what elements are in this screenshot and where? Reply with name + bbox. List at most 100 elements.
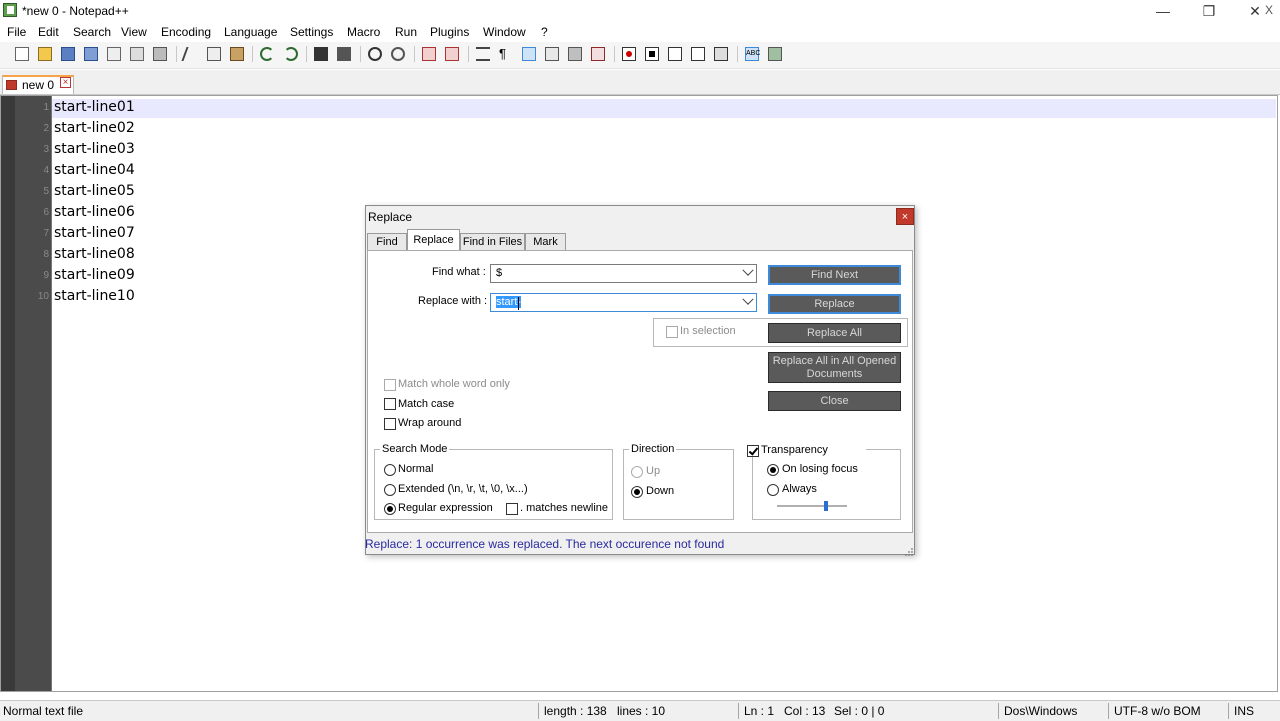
direction-down-label: Down — [646, 485, 675, 497]
line-number: 8 — [43, 249, 49, 260]
tab-find[interactable]: Find — [367, 233, 407, 251]
resize-grip-icon[interactable] — [905, 545, 913, 556]
all-chars-icon[interactable]: ¶ — [499, 47, 513, 61]
code-line[interactable]: start-line02 — [54, 120, 135, 136]
dialog-close-icon[interactable]: × — [896, 208, 914, 225]
sync-v-icon[interactable] — [422, 47, 436, 61]
sync-h-icon[interactable] — [445, 47, 459, 61]
on-losing-focus-radio[interactable] — [767, 464, 779, 476]
search-mode-normal-radio[interactable] — [384, 464, 396, 476]
menu-run[interactable]: Run — [395, 25, 417, 39]
match-case-checkbox[interactable] — [384, 398, 396, 410]
code-line[interactable]: start-line01 — [54, 99, 135, 115]
status-bar: Normal text file length : 138 lines : 10… — [0, 700, 1280, 721]
copy-icon[interactable] — [207, 47, 221, 61]
transparency-slider-thumb[interactable] — [824, 501, 828, 511]
minimize-button[interactable]: — — [1140, 0, 1186, 22]
close-tab-icon[interactable]: × — [60, 77, 71, 88]
open-file-icon[interactable] — [38, 47, 52, 61]
save-all-icon[interactable] — [84, 47, 98, 61]
find-what-label: Find what : — [432, 266, 486, 278]
direction-up-radio[interactable] — [631, 466, 643, 478]
zoom-out-icon[interactable] — [391, 47, 405, 61]
function-list-icon[interactable] — [591, 47, 605, 61]
close-button[interactable]: Close — [768, 391, 901, 411]
search-mode-regex-label: Regular expression — [398, 502, 493, 514]
chevron-down-icon[interactable] — [742, 264, 754, 276]
code-line[interactable]: start-line10 — [54, 288, 135, 304]
wrap-around-checkbox[interactable] — [384, 418, 396, 430]
transparency-slider[interactable] — [777, 505, 847, 507]
line-number: 6 — [43, 207, 49, 218]
close-document-button[interactable]: X — [1265, 3, 1273, 17]
find-icon[interactable] — [314, 47, 328, 61]
replace-all-button[interactable]: Replace All — [768, 323, 901, 343]
menu-help[interactable]: ? — [541, 25, 548, 39]
plugin-icon[interactable] — [768, 47, 782, 61]
print-icon[interactable] — [153, 47, 167, 61]
macro-stop-icon[interactable] — [645, 47, 659, 61]
find-next-button[interactable]: Find Next — [768, 265, 901, 285]
code-line[interactable]: start-line04 — [54, 162, 135, 178]
toolbar-separator — [737, 46, 738, 62]
undo-icon[interactable] — [260, 47, 274, 61]
unsaved-file-icon — [6, 80, 17, 90]
transparency-label: Transparency — [761, 444, 828, 456]
restore-button[interactable]: ❐ — [1186, 0, 1232, 22]
match-whole-word-checkbox[interactable] — [384, 379, 396, 391]
close-icon[interactable] — [107, 47, 121, 61]
menu-view[interactable]: View — [121, 25, 147, 39]
cut-icon[interactable] — [181, 47, 201, 61]
status-sel: Sel : 0 | 0 — [834, 704, 885, 718]
find-what-combobox[interactable]: $ — [490, 264, 757, 283]
menu-edit[interactable]: Edit — [38, 25, 59, 39]
menu-search[interactable]: Search — [73, 25, 111, 39]
menu-plugins[interactable]: Plugins — [430, 25, 469, 39]
in-selection-label: In selection — [680, 325, 736, 337]
doc-map-icon[interactable] — [568, 47, 582, 61]
macro-run-multiple-icon[interactable] — [691, 47, 705, 61]
tab-find-in-files[interactable]: Find in Files — [460, 233, 525, 251]
replace-icon[interactable] — [337, 47, 351, 61]
tab-replace[interactable]: Replace — [407, 229, 460, 251]
direction-down-radio[interactable] — [631, 486, 643, 498]
menu-macro[interactable]: Macro — [347, 25, 380, 39]
menu-window[interactable]: Window — [483, 25, 526, 39]
word-wrap-icon[interactable] — [476, 47, 490, 61]
chevron-down-icon[interactable] — [742, 293, 754, 305]
close-all-icon[interactable] — [130, 47, 144, 61]
udl-icon[interactable] — [545, 47, 559, 61]
macro-record-icon[interactable] — [622, 47, 636, 61]
tab-mark[interactable]: Mark — [525, 233, 566, 251]
search-mode-extended-radio[interactable] — [384, 484, 396, 496]
notepadpp-app-icon — [3, 3, 17, 17]
code-line[interactable]: start-line06 — [54, 204, 135, 220]
code-line[interactable]: start-line09 — [54, 267, 135, 283]
macro-save-icon[interactable] — [714, 47, 728, 61]
code-line[interactable]: start-line03 — [54, 141, 135, 157]
search-mode-regex-radio[interactable] — [384, 503, 396, 515]
spellcheck-icon[interactable]: ABC — [745, 47, 760, 61]
new-file-icon[interactable] — [15, 47, 29, 61]
code-line[interactable]: start-line07 — [54, 225, 135, 241]
paste-icon[interactable] — [230, 47, 244, 61]
save-icon[interactable] — [61, 47, 75, 61]
dot-matches-newline-checkbox[interactable] — [506, 503, 518, 515]
menu-file[interactable]: File — [7, 25, 26, 39]
code-line[interactable]: start-line05 — [54, 183, 135, 199]
menu-settings[interactable]: Settings — [290, 25, 333, 39]
menu-language[interactable]: Language — [224, 25, 277, 39]
indent-guide-icon[interactable] — [522, 47, 536, 61]
redo-icon[interactable] — [284, 47, 298, 61]
replace-button[interactable]: Replace — [768, 294, 901, 314]
macro-play-icon[interactable] — [668, 47, 682, 61]
code-line[interactable]: start-line08 — [54, 246, 135, 262]
replace-with-combobox[interactable]: start- — [490, 293, 757, 312]
status-ln: Ln : 1 — [744, 704, 775, 718]
zoom-in-icon[interactable] — [368, 47, 382, 61]
replace-all-opened-button[interactable]: Replace All in All Opened Documents — [768, 352, 901, 383]
transparency-checkbox[interactable] — [747, 445, 759, 457]
menu-encoding[interactable]: Encoding — [161, 25, 211, 39]
in-selection-checkbox[interactable] — [666, 326, 678, 338]
always-radio[interactable] — [767, 484, 779, 496]
